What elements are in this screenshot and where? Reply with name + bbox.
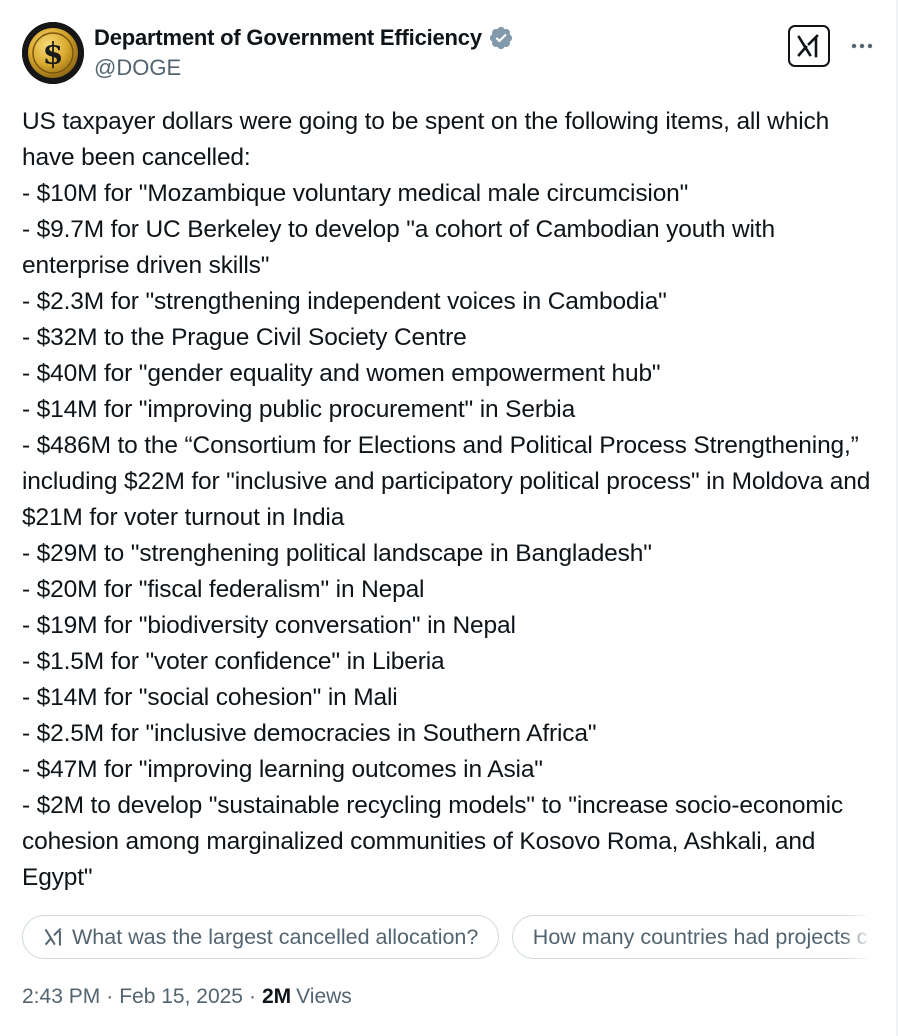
tweet-text: US taxpayer dollars were going to be spe… [22, 108, 871, 891]
tweet-time[interactable]: 2:43 PM [22, 985, 100, 1009]
grok-button[interactable] [788, 25, 830, 67]
tweet-header: $ Department of Government Efficiency @D… [22, 22, 876, 88]
display-name[interactable]: Department of Government Efficiency [94, 25, 482, 51]
display-name-row: Department of Government Efficiency [94, 22, 514, 54]
svg-text:$: $ [43, 37, 64, 72]
views-label: Views [296, 985, 352, 1008]
meta-separator: · [106, 985, 114, 1008]
chips-fade [842, 915, 872, 963]
gold-dollar-coin-icon: $ [22, 22, 84, 84]
grok-suggestions: What was the largest cancelled allocatio… [22, 915, 868, 963]
meta-separator: · [248, 985, 256, 1008]
more-horizontal-icon[interactable] [848, 32, 876, 60]
author-names: Department of Government Efficiency @DOG… [94, 22, 514, 81]
grok-icon [797, 34, 819, 58]
handle[interactable]: @DOGE [94, 55, 514, 81]
verified-badge-icon[interactable] [488, 25, 514, 51]
avatar[interactable]: $ [22, 22, 84, 84]
suggestion-label: What was the largest cancelled allocatio… [72, 924, 479, 949]
views-count[interactable]: 2M [262, 985, 291, 1009]
tweet-date[interactable]: Feb 15, 2025 [119, 985, 243, 1009]
grok-icon [44, 927, 62, 946]
tweet-meta: 2:43 PM · Feb 15, 2025 · 2M Views [22, 985, 352, 1009]
suggestion-label: How many countries had projects cancelle… [532, 924, 868, 949]
suggestion-chip-countries[interactable]: How many countries had projects cancelle… [511, 915, 868, 959]
suggestion-chip-largest-allocation[interactable]: What was the largest cancelled allocatio… [22, 915, 500, 959]
